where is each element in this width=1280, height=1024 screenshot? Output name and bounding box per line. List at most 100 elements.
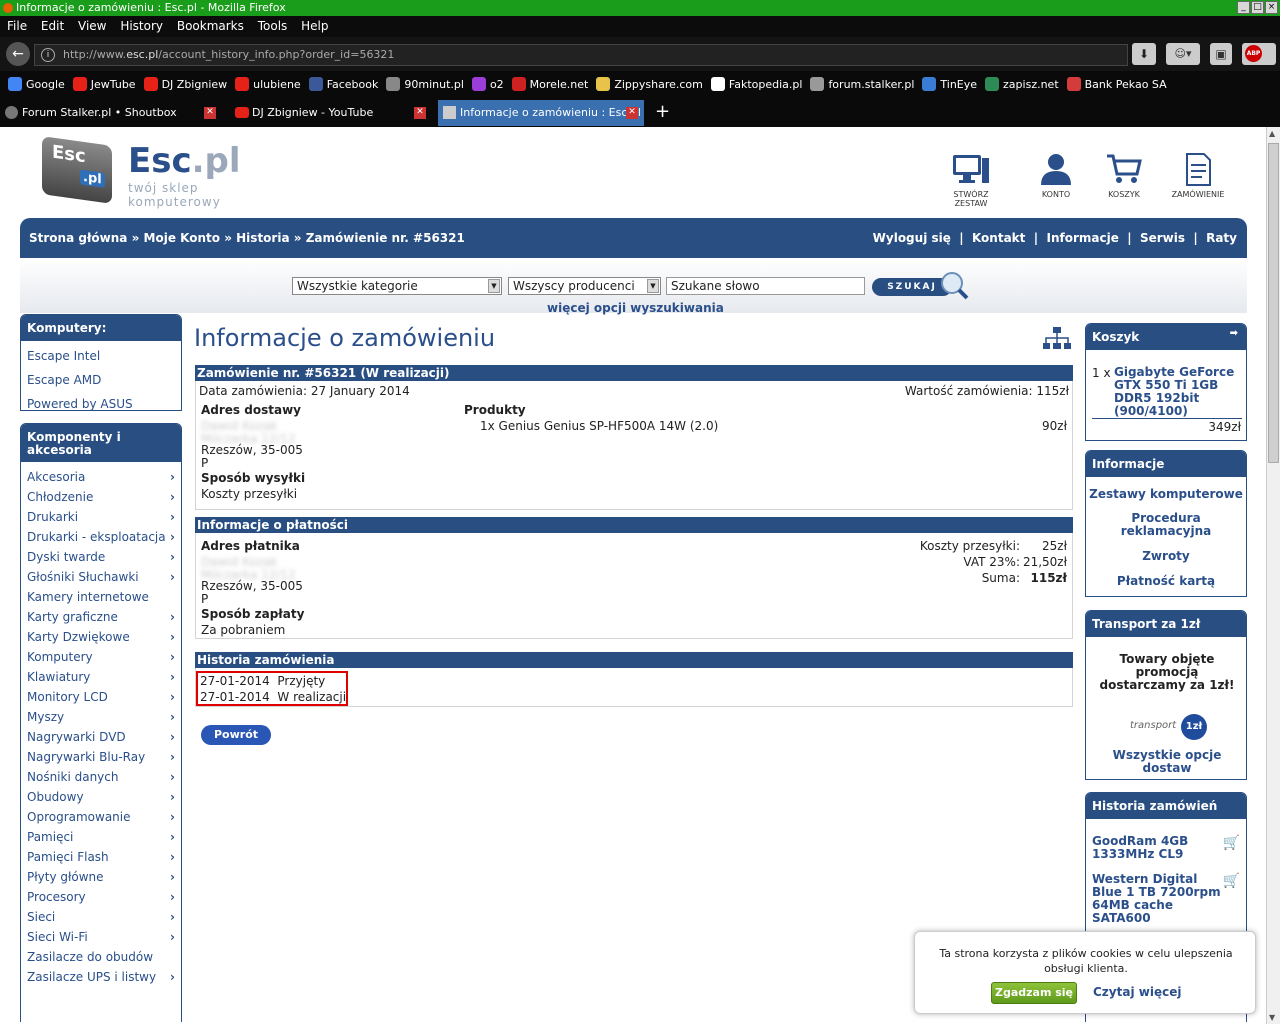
bookmark-item[interactable]: ulubiene <box>235 71 301 98</box>
product-line[interactable]: 1x Genius Genius SP-HF500A 14W (2.0) <box>480 419 718 433</box>
close-tab-icon[interactable]: ✕ <box>204 107 216 119</box>
sidebar-item-escape-amd[interactable]: Escape AMD <box>21 368 181 392</box>
breadcrumb-home[interactable]: Strona główna <box>29 231 127 245</box>
cart-item-name[interactable]: Gigabyte GeForce GTX 550 Ti 1GB DDR5 192… <box>1114 366 1242 418</box>
menu-history[interactable]: History <box>120 19 163 33</box>
sidebar-item-category[interactable]: Karty graficzne › <box>21 607 181 627</box>
sidebar-item-category[interactable]: Głośniki Słuchawki › <box>21 567 181 587</box>
info-link-returns[interactable]: Zwroty <box>1086 549 1246 563</box>
info-link-card-payment[interactable]: Płatność kartą <box>1086 574 1246 588</box>
info-link[interactable]: Informacje <box>1047 231 1119 245</box>
add-to-cart-icon[interactable]: 🛒 <box>1223 835 1240 851</box>
transport-all-options-link[interactable]: Wszystkie opcje dostaw <box>1100 749 1234 775</box>
logout-link[interactable]: Wyloguj się <box>873 231 951 245</box>
back-button[interactable]: ← <box>6 42 30 66</box>
sidebar-item-category[interactable]: Obudowy › <box>21 787 181 807</box>
sidebar-item-category[interactable]: Kamery internetowe <box>21 587 181 607</box>
menu-bookmarks[interactable]: Bookmarks <box>177 19 244 33</box>
installments-link[interactable]: Raty <box>1206 231 1237 245</box>
scrollbar-thumb[interactable] <box>1268 143 1279 463</box>
bookmark-item[interactable]: o2 <box>471 71 504 98</box>
cart-link[interactable]: KOSZYK <box>1089 152 1159 199</box>
sidebar-item-category[interactable]: Nagrywarki Blu-Ray › <box>21 747 181 767</box>
sidebar-item-category[interactable]: Monitory LCD › <box>21 687 181 707</box>
arrow-right-icon[interactable]: ➡ <box>1230 328 1238 339</box>
menu-edit[interactable]: Edit <box>41 19 64 33</box>
contact-link[interactable]: Kontakt <box>972 231 1025 245</box>
sidebar-item-category[interactable]: Drukarki - eksploatacja › <box>21 527 181 547</box>
sidebar-item-category[interactable]: Sieci Wi-Fi › <box>21 927 181 947</box>
sidebar-item-category[interactable]: Komputery › <box>21 647 181 667</box>
sidebar-item-category[interactable]: Procesory › <box>21 887 181 907</box>
bookmark-item[interactable]: Facebook <box>308 71 378 98</box>
sidebar-item-category[interactable]: Drukarki › <box>21 507 181 527</box>
sidebar-item-category[interactable]: Chłodzenie › <box>21 487 181 507</box>
sidebar-item-category[interactable]: Akcesoria › <box>21 467 181 487</box>
scroll-down-arrow[interactable]: ▼ <box>1269 1013 1275 1022</box>
menu-file[interactable]: File <box>7 19 27 33</box>
bookmark-item[interactable]: JewTube <box>72 71 136 98</box>
tab-shoutbox[interactable]: Forum Stalker.pl • Shoutbox ✕ <box>0 100 222 126</box>
order-history-item[interactable]: Western Digital Blue 1 TB 7200rpm 64MB c… <box>1092 873 1222 925</box>
bookmark-item[interactable]: Faktopedia.pl <box>710 71 802 98</box>
url-bar[interactable]: i http://www.esc.pl/account_history_info… <box>34 44 1128 66</box>
sidebar-item-category[interactable]: Dyski twarde › <box>21 547 181 567</box>
sidebar-item-category[interactable]: Sieci › <box>21 907 181 927</box>
add-to-cart-icon[interactable]: 🛒 <box>1223 873 1240 889</box>
sidebar-item-category[interactable]: Zasilacze do obudów <box>21 947 181 967</box>
account-link[interactable]: KONTO <box>1021 152 1091 199</box>
bookmark-item[interactable]: Morele.net <box>511 71 588 98</box>
bookmark-item[interactable]: Google <box>8 71 65 98</box>
info-link-complaints[interactable]: Procedura reklamacyjna <box>1086 512 1246 538</box>
breadcrumb-account[interactable]: Moje Konto <box>144 231 220 245</box>
order-link[interactable]: ZAMÓWIENIE <box>1163 152 1233 199</box>
back-button-page[interactable]: Powrót <box>201 725 271 745</box>
cookie-accept-button[interactable]: Zgadzam się <box>991 982 1077 1004</box>
advanced-search-link[interactable]: więcej opcji wyszukiwania <box>547 301 724 315</box>
extension-icon[interactable]: ▣ <box>1210 43 1232 65</box>
magnifier-icon[interactable] <box>938 270 970 302</box>
bookmark-item[interactable]: DJ Zbigniew <box>143 71 227 98</box>
search-input[interactable]: Szukane słowo <box>666 277 865 295</box>
minimize-button[interactable]: _ <box>1237 1 1250 14</box>
close-tab-icon[interactable]: ✕ <box>414 107 426 119</box>
close-window-button[interactable]: × <box>1265 1 1278 14</box>
info-link-computer-sets[interactable]: Zestawy komputerowe <box>1086 487 1246 501</box>
maximize-button[interactable]: □ <box>1251 1 1264 14</box>
page-scrollbar[interactable]: ▲ ▼ <box>1266 127 1280 1024</box>
bookmark-item[interactable]: 90minut.pl <box>386 71 464 98</box>
sidebar-item-category[interactable]: Nośniki danych › <box>21 767 181 787</box>
adblock-icon[interactable]: ABP <box>1242 43 1276 65</box>
service-link[interactable]: Serwis <box>1140 231 1185 245</box>
build-set-link[interactable]: STWÓRZ ZESTAW <box>936 152 1006 208</box>
tab-youtube[interactable]: DJ Zbigniew - YouTube ✕ <box>230 100 432 126</box>
greasemonkey-icon[interactable]: ☺▾ <box>1166 43 1200 65</box>
bookmark-item[interactable]: forum.stalker.pl <box>810 71 914 98</box>
bookmark-item[interactable]: zapisz.net <box>985 71 1059 98</box>
sidebar-item-category[interactable]: Oprogramowanie › <box>21 807 181 827</box>
tab-active-order-info[interactable]: Informacje o zamówieniu : Esc.pl ✕ <box>438 100 644 126</box>
breadcrumb-order[interactable]: Zamówienie nr. #56321 <box>306 231 465 245</box>
sidebar-item-escape-intel[interactable]: Escape Intel <box>21 344 181 368</box>
menu-view[interactable]: View <box>78 19 106 33</box>
new-tab-button[interactable]: + <box>655 100 670 124</box>
sidebar-item-powered-by-asus[interactable]: Powered by ASUS <box>21 392 181 416</box>
sidebar-item-category[interactable]: Karty Dzwiękowe › <box>21 627 181 647</box>
menu-tools[interactable]: Tools <box>258 19 288 33</box>
cart-box-header[interactable]: Koszyk ➡ <box>1086 324 1246 350</box>
site-info-icon[interactable]: i <box>41 48 55 62</box>
bookmark-item[interactable]: TinEye <box>922 71 977 98</box>
sitemap-icon[interactable] <box>1042 326 1072 352</box>
sidebar-item-category[interactable]: Zasilacze UPS i listwy › <box>21 967 181 987</box>
producer-select[interactable]: Wszyscy producenci ▼ <box>508 277 661 295</box>
bookmark-item[interactable]: Zippyshare.com <box>596 71 703 98</box>
sidebar-item-category[interactable]: Nagrywarki DVD › <box>21 727 181 747</box>
sidebar-item-category[interactable]: Pamięci Flash › <box>21 847 181 867</box>
sidebar-item-category[interactable]: Pamięci › <box>21 827 181 847</box>
menu-help[interactable]: Help <box>301 19 328 33</box>
download-icon[interactable]: ⬇ <box>1132 43 1156 65</box>
category-select[interactable]: Wszystkie kategorie ▼ <box>292 277 502 295</box>
close-tab-icon[interactable]: ✕ <box>626 107 638 119</box>
sidebar-item-category[interactable]: Myszy › <box>21 707 181 727</box>
order-history-item[interactable]: GoodRam 4GB 1333MHz CL9 <box>1092 835 1210 861</box>
